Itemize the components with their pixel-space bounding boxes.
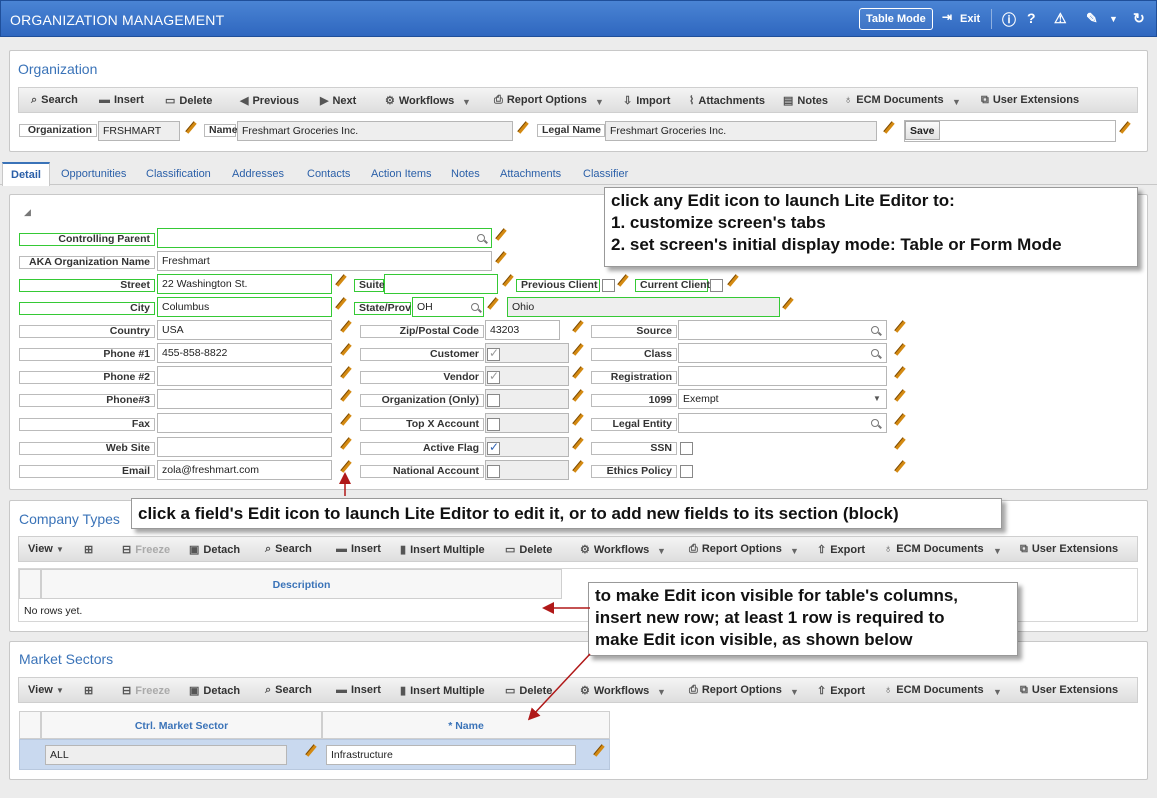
arrow-to-name-column — [527, 653, 591, 721]
annotation-arrows — [339, 472, 591, 721]
